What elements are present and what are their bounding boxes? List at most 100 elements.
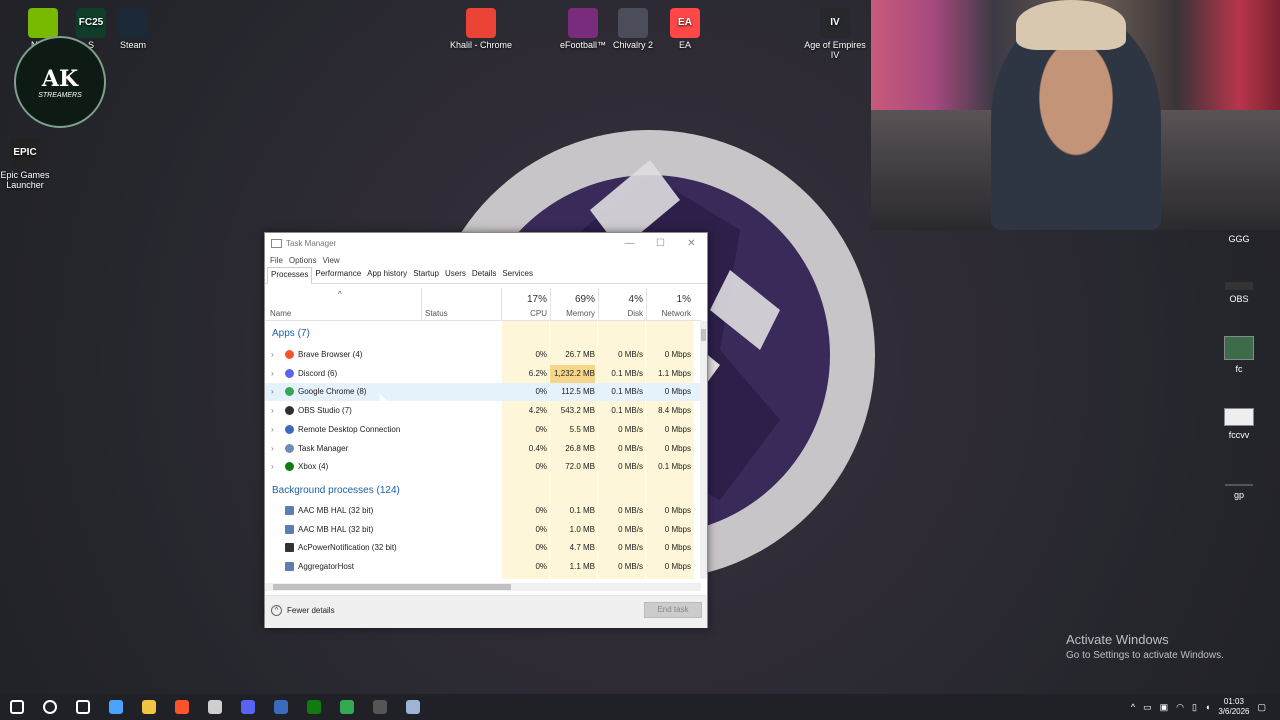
process-row[interactable]: › Remote Desktop Connection 0% 5.5 MB 0 MB/s… — [265, 421, 701, 439]
efootball-icon — [568, 8, 598, 38]
title-bar[interactable]: Task Manager — ☐ ✕ — [265, 233, 707, 253]
process-row[interactable]: › Brave Browser (4) 0% 26.7 MB 0 MB/s 0 Mbps — [265, 346, 701, 364]
taskbar-button[interactable] — [99, 694, 132, 720]
phone-icon[interactable]: ▯ — [1192, 702, 1197, 713]
tab-users[interactable]: Users — [442, 267, 469, 283]
desktop-icon[interactable]: IV Age of Empires IV — [800, 8, 870, 60]
col-name[interactable]: Name — [270, 309, 291, 318]
taskbar-button[interactable] — [264, 694, 297, 720]
desktop-icon-label: Epic Games Launcher — [0, 170, 50, 190]
expand-chevron-icon[interactable]: › — [271, 350, 274, 359]
process-cpu: 0% — [535, 350, 547, 359]
tab-services[interactable]: Services — [499, 267, 536, 283]
brave-icon — [174, 700, 189, 714]
brave-icon — [285, 350, 294, 359]
desktop-icon-fccvv[interactable]: fccvv — [1214, 408, 1264, 440]
desktop-icon-fc[interactable]: fc — [1214, 336, 1264, 374]
clock[interactable]: 01:03 3/6/2026 — [1218, 697, 1249, 717]
menu-options[interactable]: Options — [289, 256, 317, 265]
process-row[interactable]: AggregatorHost 0% 1.1 MB 0 MB/s 0 Mbps — [265, 558, 701, 576]
tab-performance[interactable]: Performance — [312, 267, 364, 283]
window-title: Task Manager — [286, 238, 337, 248]
taskbar-button[interactable] — [231, 694, 264, 720]
desktop-icon-ggg[interactable]: GGG — [1214, 234, 1264, 244]
wifi-icon[interactable]: ◠ — [1176, 702, 1184, 713]
tab-startup[interactable]: Startup — [410, 267, 442, 283]
col-network[interactable]: Network — [649, 309, 691, 318]
process-row[interactable]: › OBS Studio (7) 4.2% 543.2 MB 0.1 MB/s 8.4 M… — [265, 402, 701, 420]
fewer-details-button[interactable]: ^ Fewer details — [271, 605, 335, 616]
col-status[interactable]: Status — [425, 309, 448, 318]
process-list[interactable]: Apps (7) Background processes (124) › Bra… — [265, 321, 701, 579]
volume-icon[interactable]: ◖ — [1205, 702, 1210, 712]
process-name: Discord (6) — [298, 368, 338, 378]
process-row[interactable]: AAC MB HAL (32 bit) 0% 1.0 MB 0 MB/s 0 Mbps — [265, 521, 701, 539]
process-disk: 0 MB/s — [618, 462, 643, 472]
col-memory[interactable]: Memory — [553, 309, 595, 318]
menu-file[interactable]: File — [270, 256, 283, 265]
notifications-icon[interactable]: ▢ — [1257, 702, 1266, 713]
expand-chevron-icon[interactable]: › — [271, 369, 274, 378]
col-cpu-pct[interactable]: 17% — [505, 294, 547, 305]
expand-chevron-icon[interactable]: › — [271, 444, 274, 453]
taskbar-button[interactable] — [165, 694, 198, 720]
col-disk-pct[interactable]: 4% — [601, 294, 643, 305]
expand-chevron-icon[interactable]: › — [271, 462, 274, 471]
taskbar-button[interactable] — [330, 694, 363, 720]
desktop-icon-gp[interactable]: gp — [1214, 484, 1264, 500]
logo-subtitle: STREAMERS — [38, 91, 82, 99]
col-cpu[interactable]: CPU — [505, 309, 547, 318]
chevron-up-icon[interactable]: ^ — [1131, 702, 1135, 712]
horizontal-scrollbar[interactable] — [265, 583, 701, 591]
tab-app-history[interactable]: App history — [364, 267, 410, 283]
expand-chevron-icon[interactable]: › — [271, 387, 274, 396]
taskbar-button[interactable] — [396, 694, 429, 720]
task-manager-window[interactable]: Task Manager — ☐ ✕ File Options View Pro… — [264, 232, 708, 628]
col-network-pct[interactable]: 1% — [649, 294, 691, 305]
apps-group-header[interactable]: Apps (7) — [272, 328, 310, 339]
taskbar-button[interactable] — [132, 694, 165, 720]
process-row[interactable]: › Google Chrome (8) 0% 112.5 MB 0.1 MB/s 0 Mb… — [265, 383, 701, 402]
expand-chevron-icon[interactable]: › — [271, 406, 274, 415]
obs-icon — [285, 406, 294, 416]
search-icon — [42, 700, 57, 714]
col-disk[interactable]: Disk — [601, 309, 643, 318]
process-disk: 0 MB/s — [618, 506, 643, 515]
xbox-icon — [285, 462, 294, 472]
process-row[interactable]: › Discord (6) 6.2% 1,232.2 MB 0.1 MB/s 1.1 Mb… — [265, 364, 701, 383]
activate-windows-watermark: Activate Windows Go to Settings to activ… — [1066, 632, 1224, 661]
desktop-icon-obs[interactable]: OBS — [1214, 282, 1264, 304]
desktop-icon[interactable]: Steam — [98, 8, 168, 50]
close-button[interactable]: ✕ — [676, 238, 707, 249]
taskbar-button[interactable] — [66, 694, 99, 720]
process-row[interactable]: › Task Manager 0.4% 26.8 MB 0 MB/s 0 Mbps — [265, 440, 701, 458]
process-disk: 0.1 MB/s — [611, 368, 643, 378]
battery-icon[interactable]: ▭ — [1143, 702, 1152, 713]
ak-streamers-logo[interactable]: AK STREAMERS — [14, 36, 106, 128]
tab-processes[interactable]: Processes — [267, 267, 313, 284]
process-name: Task Manager — [298, 443, 349, 453]
vertical-scrollbar[interactable] — [700, 321, 707, 579]
process-row[interactable]: › Xbox (4) 0% 72.0 MB 0 MB/s 0.1 Mbps — [265, 458, 701, 476]
tab-details[interactable]: Details — [469, 267, 499, 283]
end-task-button[interactable]: End task — [644, 602, 702, 618]
taskbar-button[interactable] — [363, 694, 396, 720]
taskbar-button[interactable] — [33, 694, 66, 720]
menu-view[interactable]: View — [322, 256, 339, 265]
taskbar-button[interactable] — [297, 694, 330, 720]
minimize-button[interactable]: — — [614, 238, 645, 249]
taskbar-button[interactable] — [0, 694, 33, 720]
expand-chevron-icon[interactable]: › — [271, 425, 274, 434]
background-group-header[interactable]: Background processes (124) — [272, 485, 400, 496]
col-memory-pct[interactable]: 69% — [553, 294, 595, 305]
process-row[interactable]: AcPowerNotification (32 bit) 0% 4.7 MB 0 MB… — [265, 539, 701, 557]
display-icon[interactable]: ▣ — [1160, 702, 1169, 713]
desktop-icon[interactable]: EA EA — [650, 8, 720, 50]
maximize-button[interactable]: ☐ — [645, 238, 676, 249]
process-row[interactable]: AAC MB HAL (32 bit) 0% 0.1 MB 0 MB/s 0 Mbps — [265, 502, 701, 520]
process-name: Remote Desktop Connection — [298, 424, 401, 434]
desktop-icon[interactable]: EPIC Epic Games Launcher — [0, 138, 60, 190]
taskbar-button[interactable] — [198, 694, 231, 720]
desktop-icon[interactable]: Khalil - Chrome — [446, 8, 516, 50]
task-view-icon — [75, 700, 90, 714]
